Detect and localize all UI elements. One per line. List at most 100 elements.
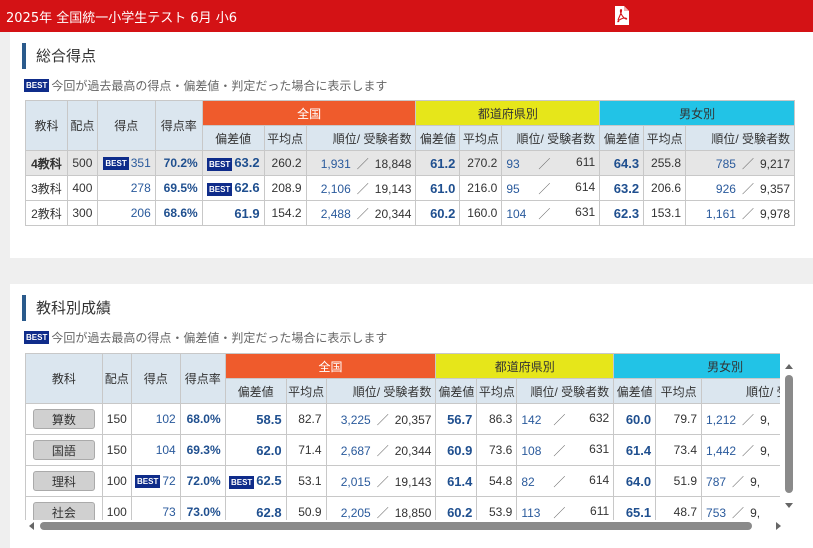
group-zenkoku: 全国 [201, 100, 417, 126]
page-title: 2025年 全国統一小学生テスト 6月 小6 [6, 11, 238, 26]
subject-button[interactable]: 算数 [32, 409, 95, 429]
z-total: 20,357 [394, 412, 432, 427]
d-dev-cell: 64.3 [599, 150, 645, 176]
col-kyoka: 教科 [25, 100, 68, 151]
z-dev-value: 62.5 [256, 473, 282, 489]
slash-separator: ／ [376, 474, 389, 489]
z-total: 19,143 [394, 474, 432, 489]
ritsu-cell: 69.3% [179, 434, 226, 466]
t-dev-cell: 61.2 [415, 150, 461, 176]
z-avg-cell: 154.2 [263, 200, 307, 226]
tokuten-cell: 206 [96, 200, 156, 226]
d-rank: 1,442 [706, 443, 737, 458]
subject-score-table: 教科 配点 得点 得点率 全国 都道府県別 男女別 偏差値 平均点 順位/ 受験… [25, 353, 780, 520]
tokuten-cell: 278 [96, 175, 156, 201]
d-rank: 1,212 [706, 412, 737, 427]
z-rank-cell: 3,225 ／ 20,357 [325, 403, 437, 435]
d-rank-cell: 785 ／ 9,217 [685, 150, 795, 176]
subject-label: 2教科 [31, 206, 62, 221]
slash-separator: ／ [538, 181, 551, 196]
best-badge: BEST [206, 182, 233, 196]
subject-button[interactable]: 国語 [32, 440, 95, 460]
d-total: 9,978 [759, 206, 790, 221]
t-dev-cell: 60.2 [415, 200, 461, 226]
tokuten-cell: 73 [130, 496, 181, 520]
d-avg-cell: 153.1 [643, 200, 687, 226]
pdf-icon[interactable] [614, 6, 629, 25]
z-rank: 2,106 [320, 181, 351, 196]
t-total: 614 [575, 179, 596, 194]
d-avg-cell: 255.8 [643, 150, 687, 176]
z-dev-value: 62.6 [234, 180, 260, 196]
z-rank: 2,488 [320, 206, 351, 221]
col-juni: 順位/ 受験者数 [516, 378, 615, 404]
col-tokutenritsu: 得点率 [179, 353, 226, 404]
slash-separator: ／ [356, 206, 369, 221]
col-heikin: 平均点 [459, 125, 503, 151]
table-row: 4教科 500 BEST 351 70.2% BEST 63.2 260.2 1,931 ／ 18,… [25, 150, 795, 176]
t-dev-cell: 60.2 [435, 496, 478, 520]
slash-separator: ／ [356, 156, 369, 171]
table-row: 理科 100 BEST 72 72.0% BEST 62.5 53.1 2,015 ／ 19,143… [25, 465, 780, 497]
t-avg-cell: 160.0 [459, 200, 503, 226]
t-rank-cell: 104 ／ 631 [501, 200, 601, 226]
col-juni: 順位/ 受験者数 [325, 378, 437, 404]
t-avg-cell: 53.9 [476, 496, 518, 520]
best-badge: BEST [135, 475, 161, 489]
t-dev-cell: 56.7 [435, 403, 478, 435]
z-avg-cell: 208.9 [263, 175, 307, 201]
d-rank: 787 [706, 474, 727, 489]
subject-button[interactable]: 理科 [32, 471, 95, 491]
col-heikin: 平均点 [285, 378, 327, 404]
tokuten-value: 73 [162, 505, 176, 519]
haiten-cell: 150 [101, 403, 132, 435]
total-score-card: 総合得点 BEST 今回が過去最高の得点・偏差値・判定だった場合に表示します 教… [10, 32, 813, 258]
d-rank: 785 [715, 156, 736, 171]
t-rank: 104 [506, 206, 527, 221]
col-heikin: 平均点 [263, 125, 307, 151]
best-note-text: 今回が過去最高の得点・偏差値・判定だった場合に表示します [51, 331, 388, 345]
z-dev-value: 62.0 [256, 442, 282, 458]
subject-table-viewport[interactable]: 教科 配点 得点 得点率 全国 都道府県別 男女別 偏差値 平均点 順位/ 受験… [25, 353, 780, 520]
z-dev-value: 58.5 [256, 411, 282, 427]
col-juni: 順位/ 受験者数 [685, 125, 795, 151]
best-note: BEST 今回が過去最高の得点・偏差値・判定だった場合に表示します [24, 329, 387, 346]
z-avg-cell: 71.4 [285, 434, 327, 466]
slash-separator: ／ [732, 474, 745, 489]
t-rank: 108 [521, 443, 542, 458]
vertical-scrollbar[interactable] [782, 361, 796, 511]
scroll-left-arrow-icon [29, 522, 34, 530]
horizontal-scrollbar[interactable] [26, 520, 784, 532]
col-hensachi: 偏差値 [415, 125, 461, 151]
tokuten-value: 104 [155, 443, 176, 457]
t-rank: 82 [521, 474, 535, 489]
z-rank: 2,687 [340, 443, 371, 458]
subject-button[interactable]: 社会 [32, 502, 95, 520]
col-tokutenritsu: 得点率 [154, 100, 203, 151]
z-dev-value: 61.9 [234, 205, 260, 221]
col-juni: 順位/ 受験者数 [305, 125, 417, 151]
d-dev-cell: 62.3 [599, 200, 645, 226]
best-badge: BEST [103, 157, 129, 171]
col-hensachi: 偏差値 [201, 125, 265, 151]
slash-separator: ／ [741, 206, 754, 221]
z-rank: 2,205 [340, 505, 371, 520]
col-haiten: 配点 [66, 100, 98, 151]
d-dev-cell: 61.4 [613, 434, 657, 466]
z-rank: 1,931 [320, 156, 351, 171]
ritsu-cell: 68.6% [154, 200, 203, 226]
t-avg-cell: 54.8 [476, 465, 518, 497]
top-bar: 2025年 全国統一小学生テスト 6月 小6 [0, 0, 813, 32]
slash-separator: ／ [553, 443, 566, 458]
d-rank-cell: 926 ／ 9,357 [685, 175, 795, 201]
t-total: 614 [589, 472, 610, 487]
z-total: 19,143 [374, 181, 412, 196]
tokuten-value: 72 [162, 473, 176, 488]
z-rank: 2,015 [340, 474, 371, 489]
tokuten-value: 351 [130, 155, 151, 170]
t-rank-cell: 93 ／ 611 [501, 150, 601, 176]
z-rank-cell: 2,687 ／ 20,344 [325, 434, 437, 466]
best-note: BEST 今回が過去最高の得点・偏差値・判定だった場合に表示します [24, 77, 387, 94]
tokuten-value: 206 [130, 206, 151, 220]
col-hensachi: 偏差値 [224, 378, 287, 404]
